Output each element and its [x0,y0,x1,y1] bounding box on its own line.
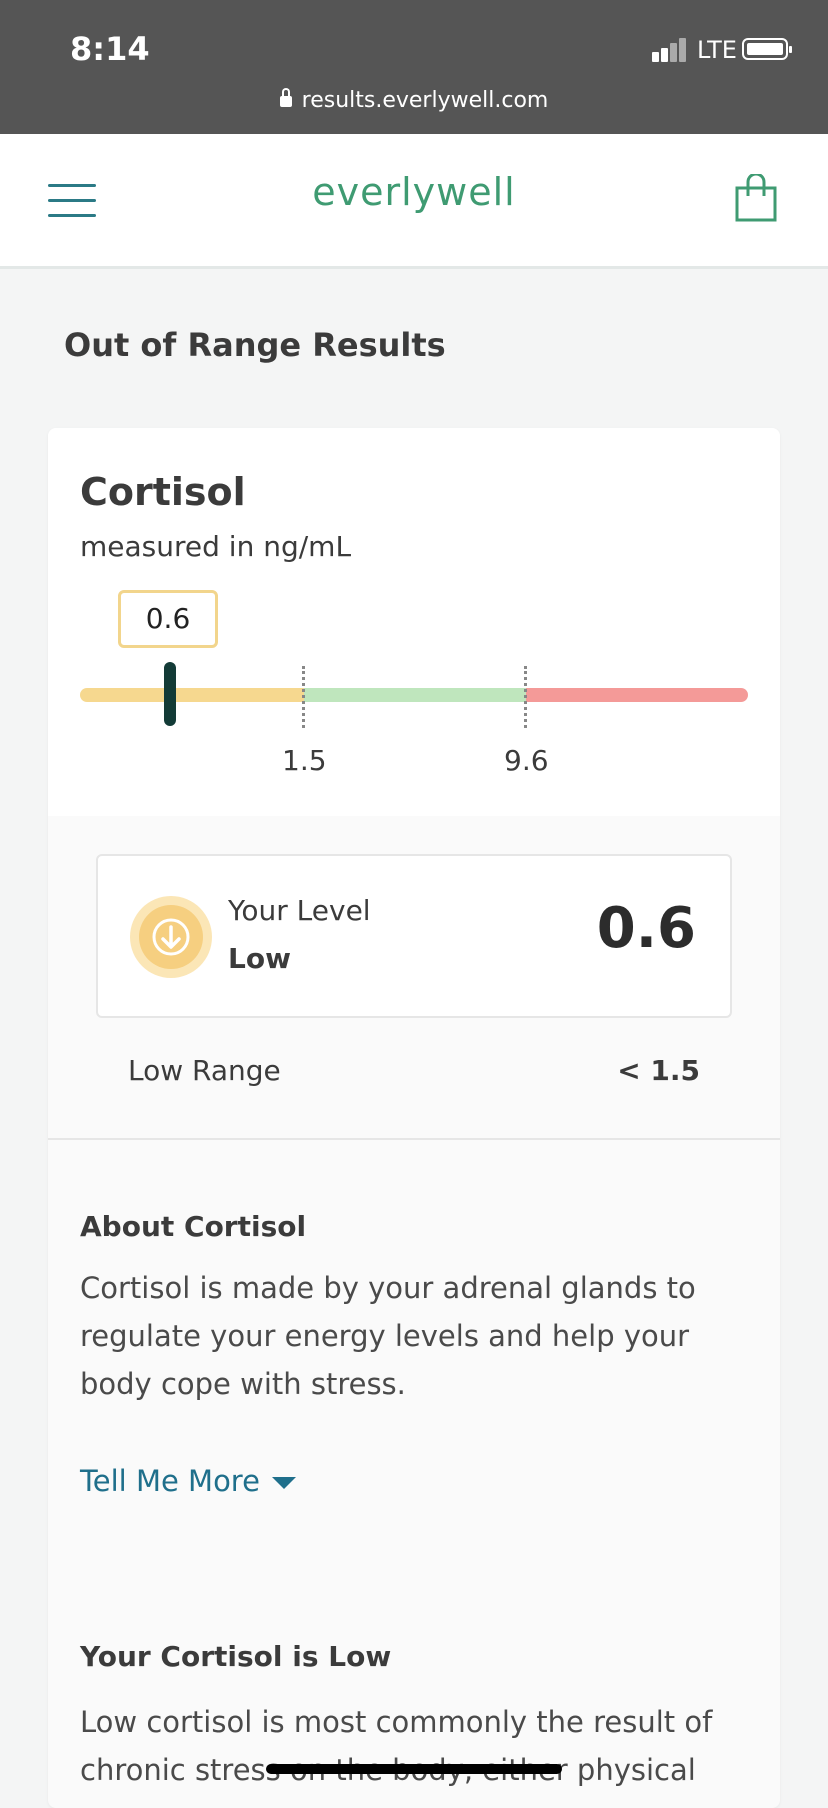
tick-label-low: 1.5 [282,744,327,777]
scale-tick-low [302,666,305,728]
value-tag: 0.6 [118,590,218,648]
low-section-text: Low cortisol is most commonly the result… [80,1705,713,1787]
home-indicator[interactable] [266,1764,562,1774]
status-time: 8:14 [70,30,150,68]
url-bar[interactable]: results.everlywell.com [0,88,828,113]
status-bar: 8:14 LTE results.everlywell.com [0,0,828,134]
low-section-title: Your Cortisol is Low [80,1640,392,1673]
about-text: Cortisol is made by your adrenal glands … [80,1271,696,1401]
level-needle [164,662,176,726]
lock-icon [279,88,292,107]
about-title: About Cortisol [80,1210,307,1243]
range-scale: 0.6 1.5 9.6 [80,578,750,777]
page-title: Out of Range Results [64,326,446,364]
signal-icon [652,38,688,62]
everlywell-logo[interactable]: everlywell [0,170,828,214]
arrow-down-circle-icon [130,896,212,978]
scale-segment-normal [304,688,526,702]
range-value: < 1.5 [617,1054,700,1087]
result-card-header: Cortisol measured in ng/mL 0.6 1.5 9.6 [48,428,780,816]
range-label: Low Range [128,1054,281,1087]
marker-name: Cortisol [80,470,246,514]
tell-me-more-label: Tell Me More [80,1464,260,1498]
battery-icon [742,38,792,60]
level-value: 0.6 [596,896,696,961]
marker-units: measured in ng/mL [80,530,352,563]
scale-segment-high [526,688,748,702]
your-level-box: Your Level Low 0.6 [96,854,732,1018]
tell-me-more-link[interactable]: Tell Me More [80,1464,296,1498]
url-text: results.everlywell.com [301,88,549,113]
level-caption: Your Level [228,894,371,927]
scale-segment-low [80,688,304,702]
result-card: Cortisol measured in ng/mL 0.6 1.5 9.6 Y… [48,428,780,1808]
level-status: Low [228,942,291,975]
shopping-bag-icon[interactable] [734,172,778,222]
tick-label-high: 9.6 [504,744,549,777]
divider [48,1138,780,1140]
scale-tick-high [524,666,527,728]
app-header: everlywell [0,134,828,269]
network-label: LTE [697,36,737,64]
caret-down-icon [271,1477,296,1489]
